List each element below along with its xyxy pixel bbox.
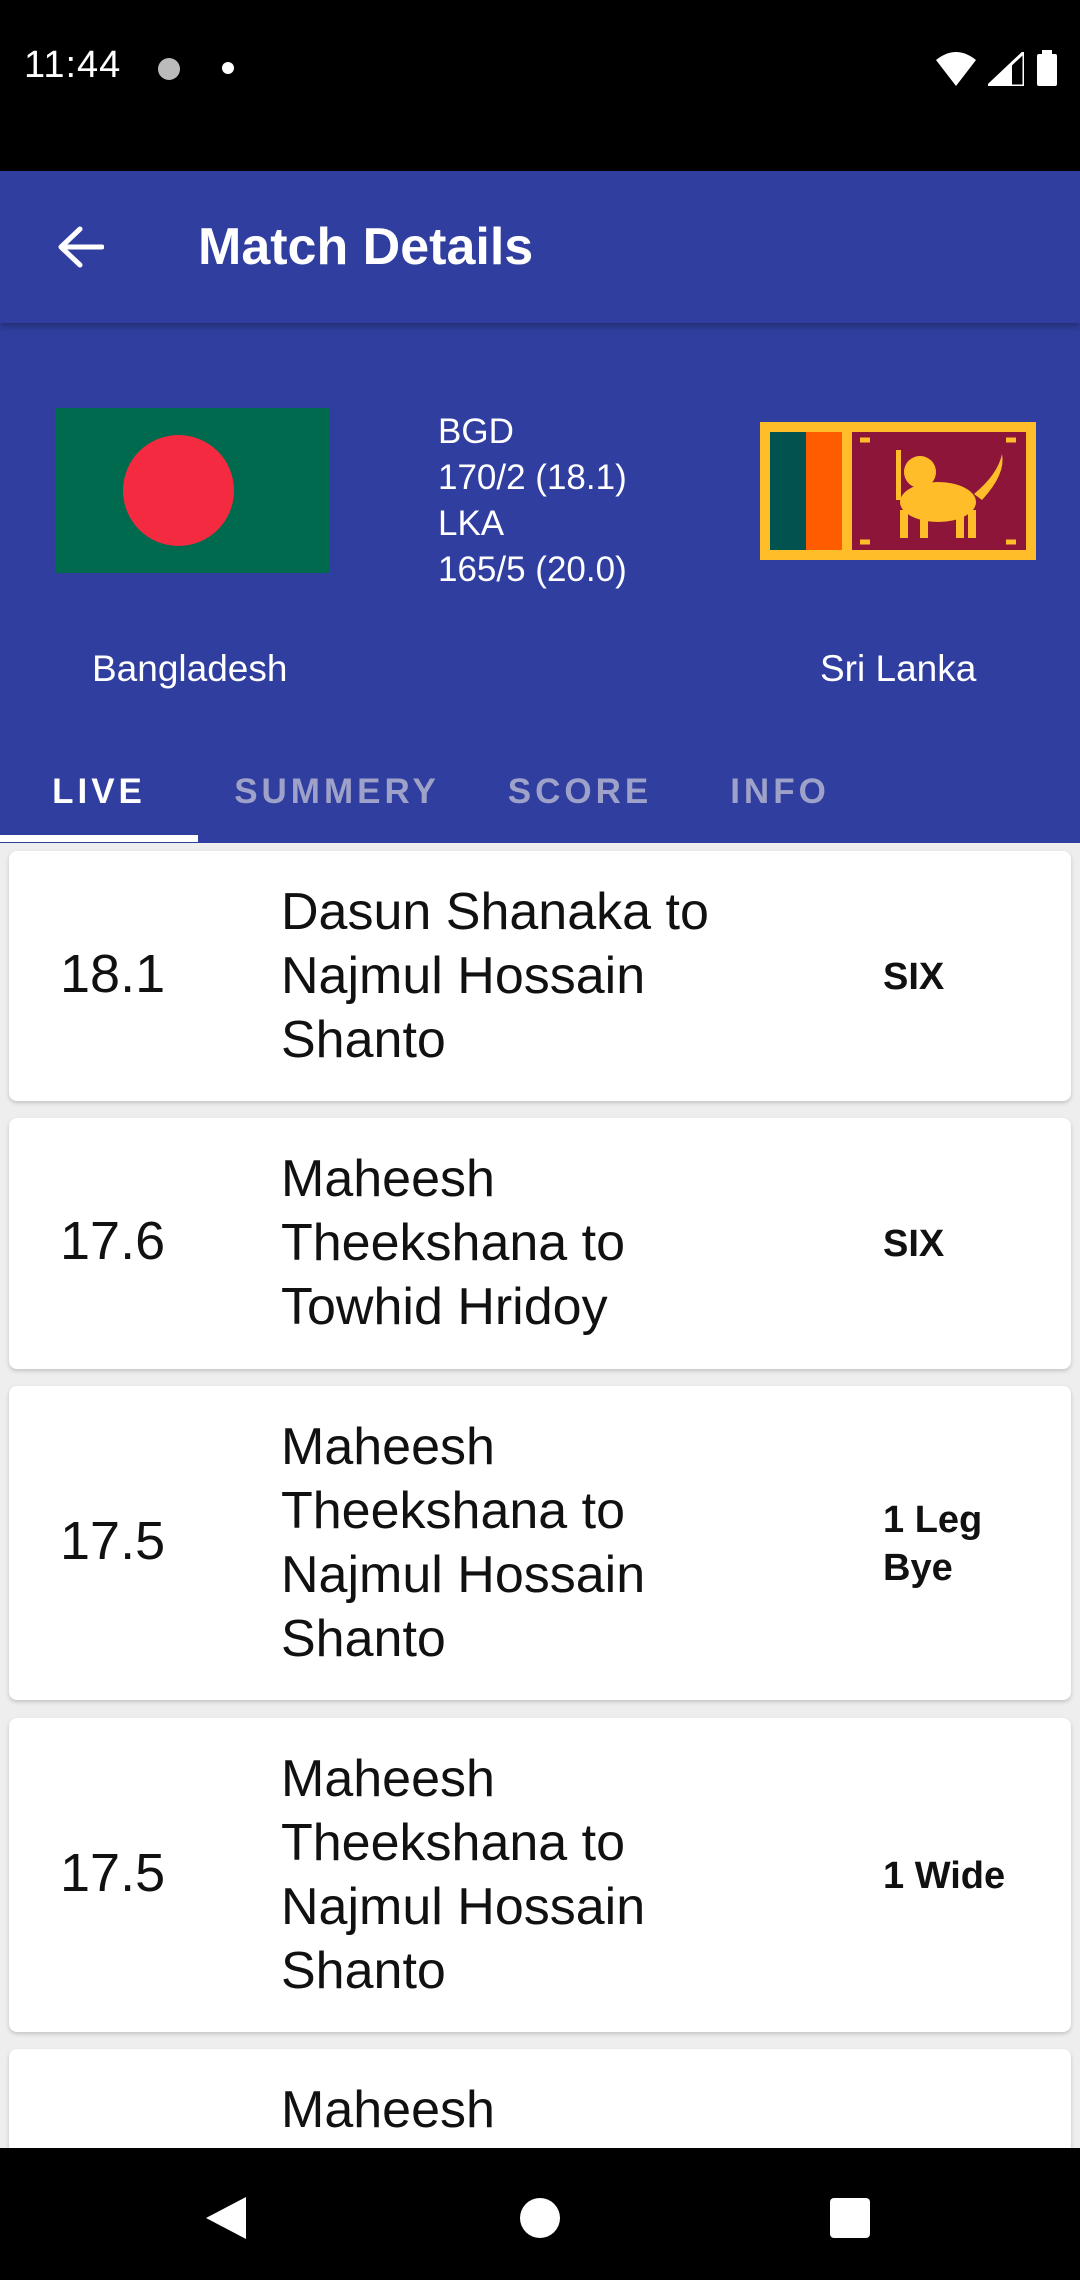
ball-description: Maheesh Theekshana to Najmul Hossain Sha…	[281, 1418, 646, 1668]
ball-result: 1 Leg Bye	[883, 1499, 983, 1589]
over-number: 17.5	[60, 1843, 166, 1903]
commentary-list[interactable]: 18.1 Dasun Shanaka to Najmul Hossain Sha…	[0, 843, 1080, 2148]
back-button[interactable]	[40, 207, 120, 287]
tab-indicator	[0, 835, 198, 842]
sri-lanka-flag	[760, 422, 1036, 560]
commentary-card[interactable]: 17.5 Maheesh Theekshana to Najmul Hossai…	[9, 1718, 1071, 2032]
signal-icon	[988, 52, 1024, 86]
ball-description: Dasun Shanaka to Najmul Hossain Shanto	[281, 883, 709, 1069]
notification-dot-icon	[222, 62, 234, 74]
square-recents-icon	[830, 2198, 870, 2238]
ball-result: SIX	[883, 956, 945, 998]
page-title: Match Details	[198, 218, 534, 276]
sri-lanka-flag-art	[770, 432, 1026, 550]
away-score: 165/5 (20.0)	[438, 550, 627, 589]
wifi-icon	[936, 52, 976, 86]
commentary-card[interactable]: Maheesh	[9, 2049, 1071, 2148]
status-bar: 11:44	[0, 0, 1080, 171]
commentary-card[interactable]: 17.5 Maheesh Theekshana to Najmul Hossai…	[9, 1386, 1071, 1700]
triangle-back-icon	[206, 2197, 246, 2239]
over-number: 17.6	[60, 1211, 166, 1271]
away-code: LKA	[438, 504, 505, 543]
home-score: 170/2 (18.1)	[438, 458, 627, 497]
status-icons	[936, 48, 1058, 86]
flag-red-disc	[123, 435, 234, 546]
bangladesh-flag	[55, 408, 330, 573]
tab-live[interactable]: LIVE	[0, 740, 198, 843]
over-number: 17.5	[60, 1511, 166, 1571]
away-team-name: Sri Lanka	[820, 648, 977, 689]
tab-info[interactable]: INFO	[684, 740, 876, 843]
commentary-card[interactable]: 17.6 Maheesh Theekshana to Towhid Hridoy…	[9, 1118, 1071, 1369]
nav-home-button[interactable]	[500, 2178, 580, 2258]
nav-back-button[interactable]	[186, 2178, 266, 2258]
ball-description: Maheesh	[281, 2081, 495, 2139]
score-block: BGD 170/2 (18.1) LKA 165/5 (20.0)	[438, 409, 627, 593]
tab-score[interactable]: SCORE	[476, 740, 684, 843]
ball-description: Maheesh Theekshana to Najmul Hossain Sha…	[281, 1750, 646, 2000]
system-nav-bar	[0, 2148, 1080, 2280]
commentary-card[interactable]: 18.1 Dasun Shanaka to Najmul Hossain Sha…	[9, 851, 1071, 1101]
ball-description: Maheesh Theekshana to Towhid Hridoy	[281, 1150, 626, 1336]
status-time: 11:44	[24, 44, 122, 86]
device-screen: 11:44 Match Details BGD 170/2 (18.1) LKA…	[0, 0, 1080, 2280]
ball-result: SIX	[883, 1223, 945, 1265]
app-bar: Match Details	[0, 171, 1080, 323]
home-team-name: Bangladesh	[92, 648, 288, 689]
battery-icon	[1037, 50, 1057, 86]
arrow-left-icon	[58, 226, 104, 268]
tab-summery[interactable]: SUMMERY	[198, 740, 476, 843]
ball-result: 1 Wide	[883, 1855, 1006, 1897]
over-number: 18.1	[60, 944, 166, 1004]
nav-recents-button[interactable]	[810, 2178, 890, 2258]
circle-home-icon	[520, 2198, 560, 2238]
home-code: BGD	[438, 412, 514, 451]
notification-icon	[158, 58, 180, 80]
tab-bar: LIVE SUMMERY SCORE INFO	[0, 740, 1080, 843]
